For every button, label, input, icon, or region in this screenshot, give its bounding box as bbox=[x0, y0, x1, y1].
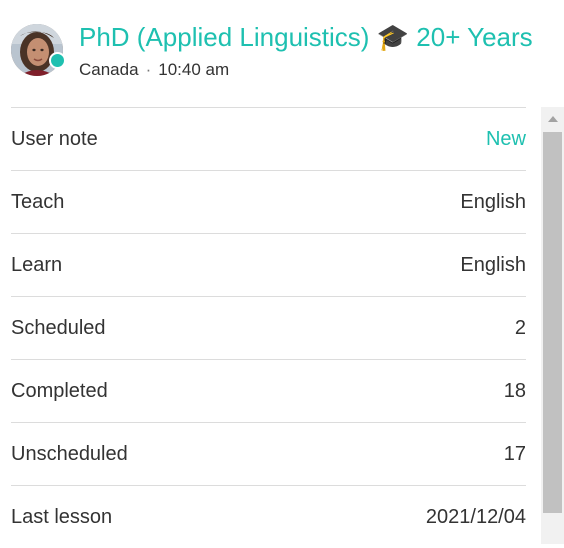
detail-row-unscheduled: Unscheduled 17 bbox=[11, 422, 526, 485]
detail-value: 2 bbox=[514, 316, 526, 339]
detail-label: Scheduled bbox=[11, 316, 106, 339]
detail-value: 18 bbox=[503, 379, 526, 402]
detail-row-last-lesson: Last lesson 2021/12/04 bbox=[11, 485, 526, 548]
scroll-up-arrow-icon bbox=[547, 116, 558, 122]
scroll-up-button[interactable] bbox=[541, 107, 564, 131]
detail-row-scheduled: Scheduled 2 bbox=[11, 296, 526, 359]
profile-subtitle: Canada · 10:40 am bbox=[79, 59, 229, 81]
user-note-link[interactable]: New bbox=[486, 128, 526, 151]
detail-label: Learn bbox=[11, 253, 63, 276]
detail-label: User note bbox=[11, 127, 98, 150]
scrollbar-thumb[interactable] bbox=[543, 132, 562, 513]
detail-row-completed: Completed 18 bbox=[11, 359, 526, 422]
detail-label: Unscheduled bbox=[11, 442, 128, 465]
detail-row-learn: Learn English bbox=[11, 233, 526, 296]
profile-header: PhD (Applied Linguistics) 🎓 20+ Years Ca… bbox=[0, 0, 564, 100]
detail-label: Teach bbox=[11, 190, 65, 213]
detail-label: Last lesson bbox=[11, 505, 113, 528]
avatar-container[interactable] bbox=[11, 24, 66, 78]
detail-value: English bbox=[460, 190, 526, 213]
detail-value: English bbox=[460, 253, 526, 276]
location-text: Canada bbox=[79, 60, 139, 79]
details-list: User note New Teach English Learn Englis… bbox=[11, 107, 526, 548]
online-status-dot bbox=[49, 52, 66, 69]
subtitle-separator: · bbox=[145, 60, 152, 79]
vertical-scrollbar[interactable] bbox=[541, 107, 564, 544]
detail-label: Completed bbox=[11, 379, 108, 402]
profile-title[interactable]: PhD (Applied Linguistics) 🎓 20+ Years bbox=[79, 20, 549, 54]
detail-value: 17 bbox=[503, 442, 526, 465]
detail-row-user-note: User note New bbox=[11, 107, 526, 170]
local-time-text: 10:40 am bbox=[158, 60, 230, 79]
detail-value: 2021/12/04 bbox=[425, 505, 526, 528]
detail-row-teach: Teach English bbox=[11, 170, 526, 233]
